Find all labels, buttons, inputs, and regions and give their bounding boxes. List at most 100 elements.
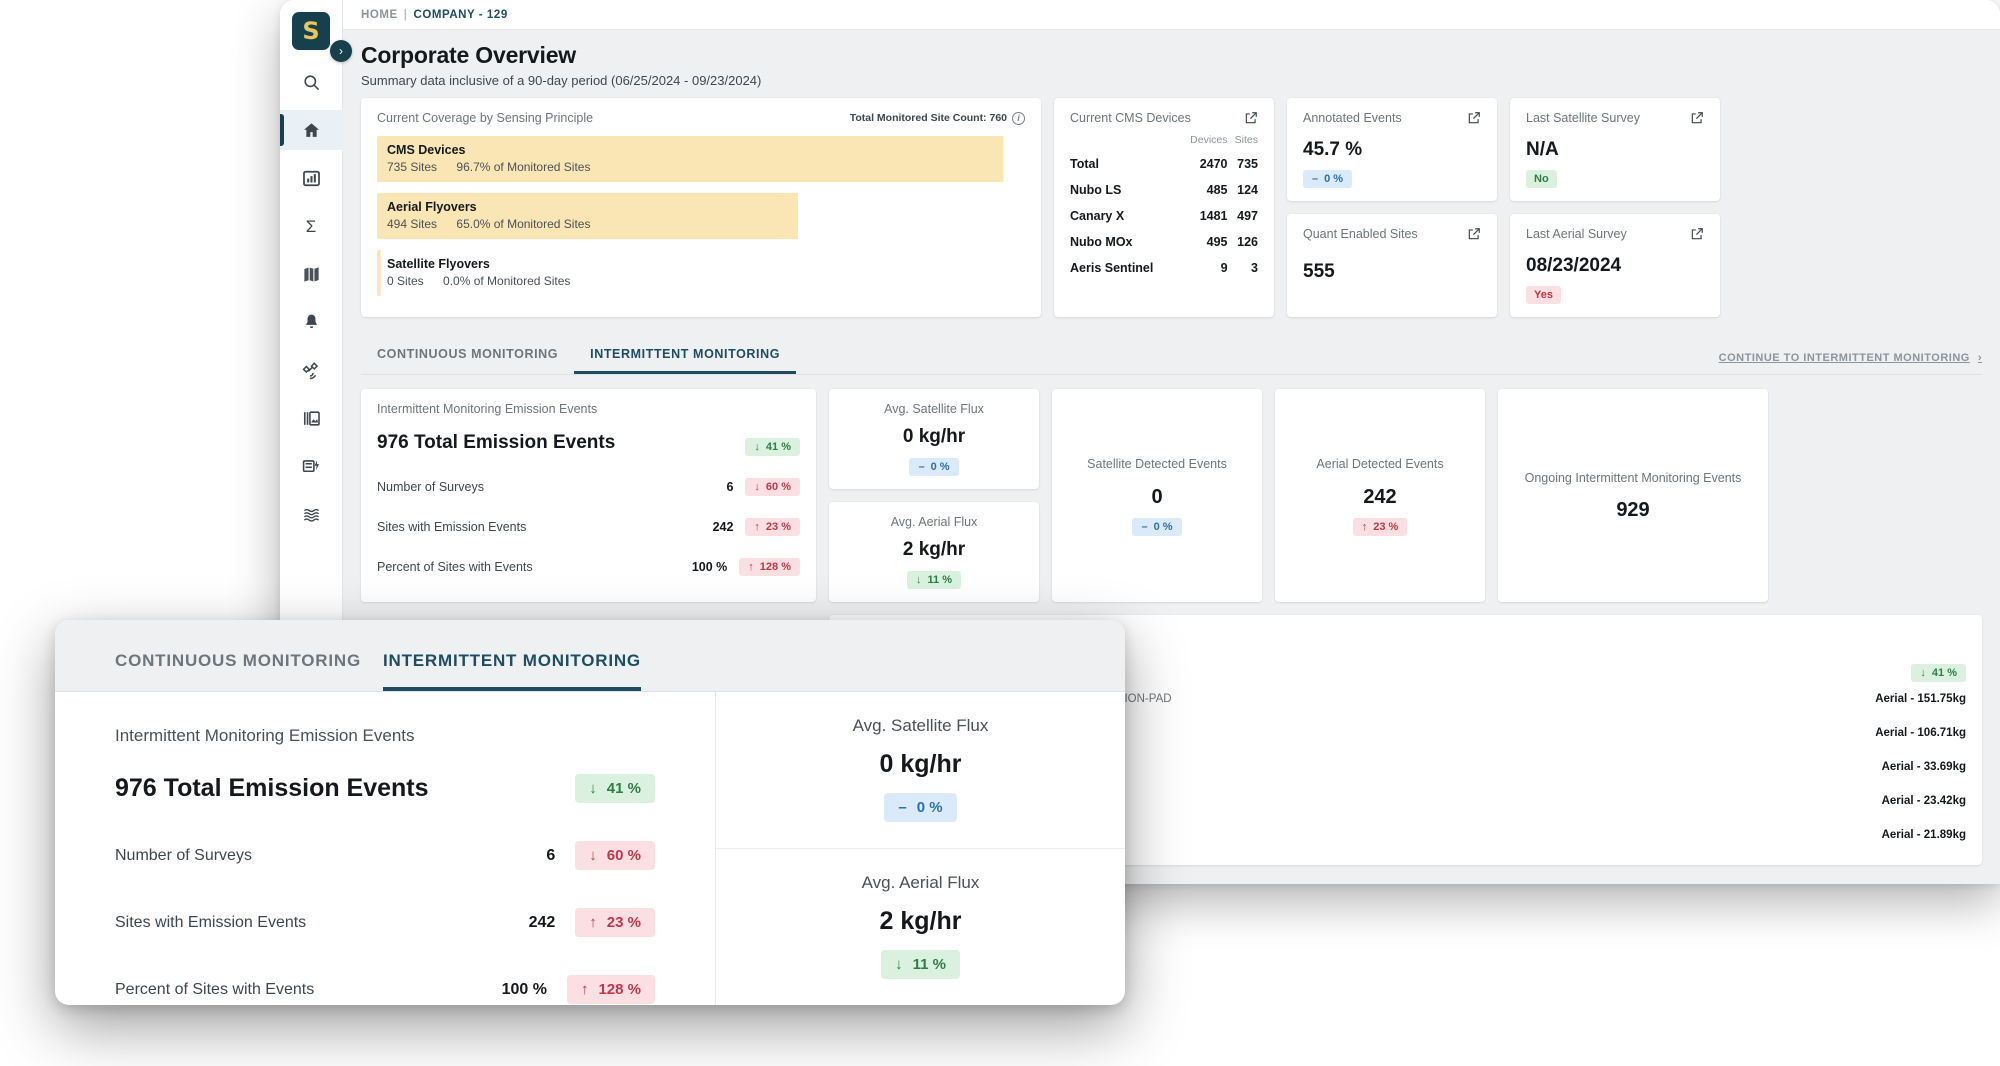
- overlay-avg-satellite-flux-card: Avg. Satellite Flux 0 kg/hr – 0 %: [716, 692, 1125, 849]
- book-icon: [303, 410, 320, 426]
- coverage-row-sites: 735 Sites: [387, 160, 438, 174]
- table-header-row: Devices Sites: [1070, 134, 1258, 151]
- overlay-emission-events-panel: Intermittent Monitoring Emission Events …: [55, 692, 715, 1005]
- last-satellite-survey-card: Last Satellite Survey N/A No: [1510, 98, 1720, 201]
- metric-right: 6 ↓ 60 %: [546, 841, 655, 870]
- annotated-events-title: Annotated Events: [1303, 111, 1402, 125]
- badge-text: 11 %: [912, 956, 946, 973]
- trend-arrow-icon: ↑: [1361, 520, 1368, 533]
- overlay-avg-aerial-flux-value: 2 kg/hr: [879, 907, 962, 935]
- metric-badge: ↑ 128 %: [566, 975, 655, 1004]
- tab-intermittent-monitoring[interactable]: INTERMITTENT MONITORING: [574, 339, 797, 374]
- badge-text: 11 %: [927, 574, 952, 586]
- sidebar-item-satellite[interactable]: [280, 350, 343, 390]
- coverage-row-detail: 0 Sites 0.0% of Monitored Sites: [387, 274, 1015, 288]
- trend-arrow-icon: ↓: [754, 441, 760, 453]
- table-row: Canary X 1481 497: [1070, 203, 1258, 229]
- badge-text: 41 %: [1931, 667, 1957, 679]
- badge-text: 128 %: [759, 561, 791, 573]
- coverage-row-pct: 96.7% of Monitored Sites: [456, 160, 591, 174]
- metric-value: 6: [546, 846, 556, 864]
- cms-row-sites: 126: [1237, 235, 1258, 249]
- tab-continuous-monitoring[interactable]: CONTINUOUS MONITORING: [361, 339, 574, 374]
- coverage-title: Current Coverage by Sensing Principle: [377, 111, 594, 125]
- sidebar-item-layers[interactable]: [280, 494, 343, 534]
- avg-satellite-flux-value: 0 kg/hr: [902, 426, 966, 447]
- external-link-icon[interactable]: [1467, 111, 1481, 125]
- badge-text: 128 %: [598, 981, 641, 998]
- sidebar-item-alerts[interactable]: [280, 302, 343, 342]
- breadcrumb-home[interactable]: HOME: [361, 9, 398, 21]
- event-value: Aerial - 106.71kg: [1875, 727, 1966, 739]
- avg-satellite-flux-title: Avg. Satellite Flux: [884, 402, 984, 416]
- quant-enabled-header: Quant Enabled Sites: [1303, 227, 1481, 241]
- last-aerial-survey-badge: Yes: [1526, 286, 1561, 304]
- coverage-row-name: Aerial Flyovers: [387, 200, 477, 214]
- ongoing-intermittent-events-title: Ongoing Intermittent Monitoring Events: [1524, 470, 1742, 485]
- external-link-icon[interactable]: [1690, 227, 1704, 241]
- app-logo[interactable]: S: [292, 12, 330, 50]
- search-icon: [303, 74, 319, 90]
- total-site-count-text: Total Monitored Site Count: 760: [849, 112, 1007, 124]
- sidebar-item-summary[interactable]: Σ: [280, 206, 343, 246]
- kpi-column-left: Annotated Events 45.7 % – 0 % Quant Enab…: [1287, 98, 1497, 317]
- col-blank: [1070, 134, 1179, 151]
- page-title: Corporate Overview: [361, 42, 576, 68]
- sidebar-item-home[interactable]: [280, 110, 343, 150]
- bell-icon: [305, 314, 317, 328]
- coverage-row-satellite-flyovers[interactable]: Satellite Flyovers 0 Sites 0.0% of Monit…: [377, 250, 1025, 296]
- info-icon[interactable]: i: [1012, 111, 1025, 125]
- cms-row-sites: 124: [1237, 183, 1258, 197]
- coverage-card: Current Coverage by Sensing Principle To…: [361, 98, 1041, 317]
- sidebar-item-analytics[interactable]: [280, 158, 343, 198]
- intermittent-headline-badge: ↓ 41 %: [745, 438, 800, 456]
- metric-right: 6 ↓ 60 %: [726, 478, 800, 496]
- coverage-row-cms-devices[interactable]: CMS Devices 735 Sites 96.7% of Monitored…: [377, 136, 1025, 182]
- page-subtitle: Summary data inclusive of a 90-day perio…: [361, 73, 762, 88]
- coverage-row-detail: 494 Sites 65.0% of Monitored Sites: [387, 217, 1015, 231]
- cms-row-devices: 9: [1220, 261, 1228, 275]
- intermittent-metric-row: Percent of Sites with Events 100 % ↑ 128…: [377, 558, 800, 576]
- overlay-avg-aerial-flux-badge: ↓ 11 %: [881, 950, 960, 979]
- metric-label: Number of Surveys: [377, 480, 484, 494]
- last-satellite-survey-badge: No: [1526, 170, 1557, 188]
- metric-label: Number of Surveys: [115, 846, 252, 864]
- external-link-icon[interactable]: [1244, 111, 1258, 125]
- cms-header: Current CMS Devices: [1070, 111, 1258, 125]
- sidebar-item-devices[interactable]: [280, 446, 343, 486]
- overlay-tab-intermittent-monitoring[interactable]: INTERMITTENT MONITORING: [382, 651, 641, 691]
- metric-badge: ↓ 60 %: [575, 841, 655, 870]
- sidebar-collapse-toggle[interactable]: ›: [330, 40, 352, 62]
- coverage-row-aerial-flyovers[interactable]: Aerial Flyovers 494 Sites 65.0% of Monit…: [377, 193, 1025, 239]
- avg-aerial-flux-badge: ↓ 11 %: [907, 571, 961, 589]
- trend-arrow-icon: –: [1141, 520, 1148, 533]
- trend-arrow-icon: –: [1312, 173, 1319, 185]
- intermittent-headline: 976 Total Emission Events: [377, 431, 616, 453]
- cms-row-devices: 495: [1206, 235, 1228, 249]
- logo-letter: S: [302, 17, 320, 45]
- overlay-avg-satellite-flux-badge: – 0 %: [884, 793, 957, 822]
- avg-aerial-flux-card: Avg. Aerial Flux 2 kg/hr ↓ 11 %: [829, 502, 1039, 602]
- sidebar-item-map[interactable]: [280, 254, 343, 294]
- sidebar-item-reports[interactable]: [280, 398, 343, 438]
- intermittent-headline-row: 976 Total Emission Events ↓ 41 %: [377, 429, 800, 456]
- continue-to-intermittent-monitoring-link[interactable]: CONTINUE TO INTERMITTENT MONITORING ›: [1719, 352, 1982, 374]
- metric-value: 100 %: [501, 980, 547, 998]
- ongoing-intermittent-events-value: 929: [1616, 499, 1650, 522]
- cms-row-devices: 2470: [1199, 157, 1228, 171]
- external-link-icon[interactable]: [1690, 111, 1704, 125]
- metric-value: 100 %: [691, 560, 728, 574]
- external-link-icon[interactable]: [1467, 227, 1481, 241]
- table-row: Nubo LS 485 124: [1070, 177, 1258, 203]
- overlay-avg-satellite-flux-value: 0 kg/hr: [879, 750, 962, 778]
- overlay-tab-continuous-monitoring[interactable]: CONTINUOUS MONITORING: [115, 651, 361, 691]
- quant-enabled-sites-card: Quant Enabled Sites 555: [1287, 214, 1497, 317]
- metric-value: 242: [712, 520, 734, 534]
- overlay-flux-column: Avg. Satellite Flux 0 kg/hr – 0 % Avg. A…: [716, 692, 1125, 1005]
- breadcrumb-separator: |: [403, 8, 408, 21]
- satellite-detected-events-badge: – 0 %: [1132, 517, 1182, 536]
- breadcrumb-current[interactable]: COMPANY - 129: [413, 9, 507, 21]
- cms-row-sites: 735: [1237, 157, 1258, 171]
- quant-enabled-sites-value: 555: [1303, 261, 1335, 282]
- sidebar-item-search[interactable]: [280, 62, 343, 102]
